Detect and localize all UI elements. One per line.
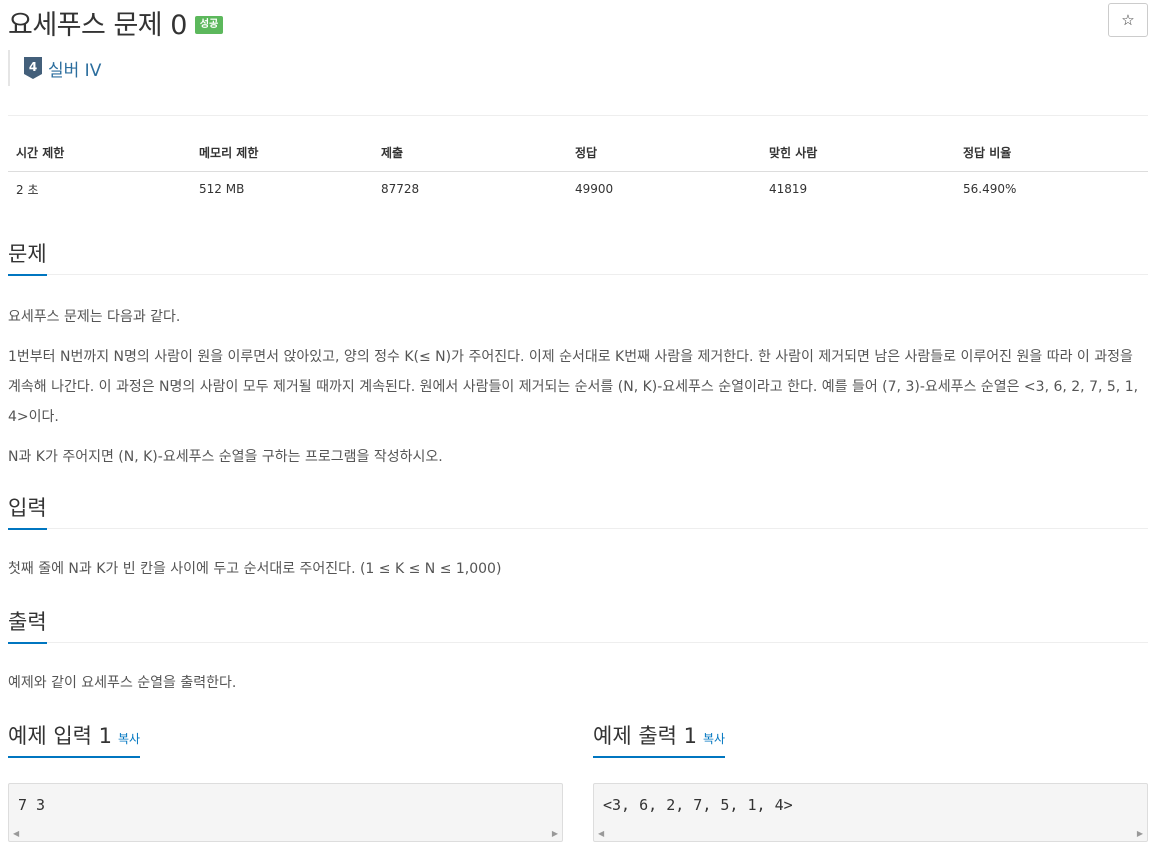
info-header-row: 시간 제한 메모리 제한 제출 정답 맞힌 사람 정답 비율	[8, 135, 1148, 172]
sample-input-title: 예제 입력 1 복사	[8, 720, 141, 758]
scroll-left-icon[interactable]: ◀	[598, 829, 604, 838]
sample-output-column: 예제 출력 1 복사 <3, 6, 2, 7, 5, 1, 4> ◀ ▶	[593, 718, 1148, 842]
header-accepted: 정답	[567, 135, 761, 172]
input-description: 첫째 줄에 N과 K가 빈 칸을 사이에 두고 순서대로 주어진다. (1 ≤ …	[8, 561, 502, 577]
copy-output-button[interactable]: 복사	[703, 732, 725, 746]
accepted-value: 49900	[575, 182, 614, 197]
problem-headline-wrap: 문제	[8, 237, 1148, 276]
sample-input-column: 예제 입력 1 복사 7 3 ◀ ▶	[8, 718, 563, 842]
sample-input-text: 7 3	[18, 796, 46, 814]
input-headline-wrap: 입력	[8, 491, 1148, 530]
problem-section: 문제 요세푸스 문제는 다음과 같다. 1번부터 N번까지 N명의 사람이 원을…	[8, 237, 1148, 482]
title-row: 요세푸스 문제 0 성공	[8, 4, 224, 41]
header-time-limit: 시간 제한	[8, 135, 191, 172]
sample-output-title-text: 예제 출력 1	[593, 724, 697, 748]
sample-input-box[interactable]: 7 3 ◀ ▶	[8, 783, 563, 842]
input-section: 입력 첫째 줄에 N과 K가 빈 칸을 사이에 두고 순서대로 주어진다. (1…	[8, 491, 1148, 584]
problem-paragraph: 요세푸스 문제는 다음과 같다.	[8, 309, 181, 325]
submissions-value: 87728	[381, 182, 420, 197]
problem-heading: 문제	[8, 238, 47, 276]
divider	[8, 115, 1148, 116]
memory-limit-value: 512 MB	[199, 182, 245, 197]
sample-input-head: 예제 입력 1 복사	[8, 718, 563, 758]
horizontal-scrollbar[interactable]: ◀ ▶	[594, 825, 1147, 841]
scroll-right-icon[interactable]: ▶	[1137, 829, 1143, 838]
problem-page: 요세푸스 문제 0 성공 ☆ 4 실버 IV 시간 제한 메모리 제한 제출 정…	[0, 0, 1161, 861]
output-description: 예제와 같이 요세푸스 순열을 출력한다.	[8, 675, 237, 691]
problem-info-table: 시간 제한 메모리 제한 제출 정답 맞힌 사람 정답 비율 2 초 512 M…	[8, 135, 1148, 207]
output-heading: 출력	[8, 606, 47, 644]
star-icon: ☆	[1121, 11, 1135, 29]
problem-title: 요세푸스 문제 0	[8, 9, 187, 41]
tier-label[interactable]: 실버 IV	[48, 56, 101, 81]
header-submissions: 제출	[373, 135, 567, 172]
scroll-right-icon[interactable]: ▶	[552, 829, 558, 838]
horizontal-scrollbar[interactable]: ◀ ▶	[9, 825, 562, 841]
header-solved-users: 맞힌 사람	[761, 135, 955, 172]
output-headline-wrap: 출력	[8, 605, 1148, 644]
tier-badge-icon: 4	[24, 57, 42, 79]
sample-output-title: 예제 출력 1 복사	[593, 720, 726, 758]
sample-output-head: 예제 출력 1 복사	[593, 718, 1148, 758]
sample-output-text: <3, 6, 2, 7, 5, 1, 4>	[603, 796, 793, 814]
scroll-left-icon[interactable]: ◀	[13, 829, 19, 838]
problem-paragraph: N과 K가 주어지면 (N, K)-요세푸스 순열을 구하는 프로그램을 작성하…	[8, 449, 443, 465]
time-limit-value: 2 초	[16, 182, 39, 197]
problem-description: 요세푸스 문제는 다음과 같다. 1번부터 N번까지 N명의 사람이 원을 이루…	[8, 275, 1148, 472]
input-heading: 입력	[8, 492, 47, 530]
problem-paragraph: 1번부터 N번까지 N명의 사람이 원을 이루면서 앉아있고, 양의 정수 K(…	[8, 349, 1139, 425]
copy-input-button[interactable]: 복사	[118, 732, 140, 746]
star-button[interactable]: ☆	[1108, 3, 1148, 37]
sample-output-box[interactable]: <3, 6, 2, 7, 5, 1, 4> ◀ ▶	[593, 783, 1148, 842]
sample-input-title-text: 예제 입력 1	[8, 724, 112, 748]
info-value-row: 2 초 512 MB 87728 49900 41819 56.490%	[8, 171, 1148, 207]
solved-users-value: 41819	[769, 182, 808, 197]
header-accept-ratio: 정답 비율	[955, 135, 1148, 172]
tier-row: 4 실버 IV	[8, 50, 101, 86]
tier-number: 4	[29, 60, 37, 74]
accept-ratio-value: 56.490%	[963, 182, 1017, 197]
header-memory-limit: 메모리 제한	[191, 135, 373, 172]
output-section: 출력 예제와 같이 요세푸스 순열을 출력한다.	[8, 605, 1148, 698]
result-badge[interactable]: 성공	[194, 16, 224, 34]
